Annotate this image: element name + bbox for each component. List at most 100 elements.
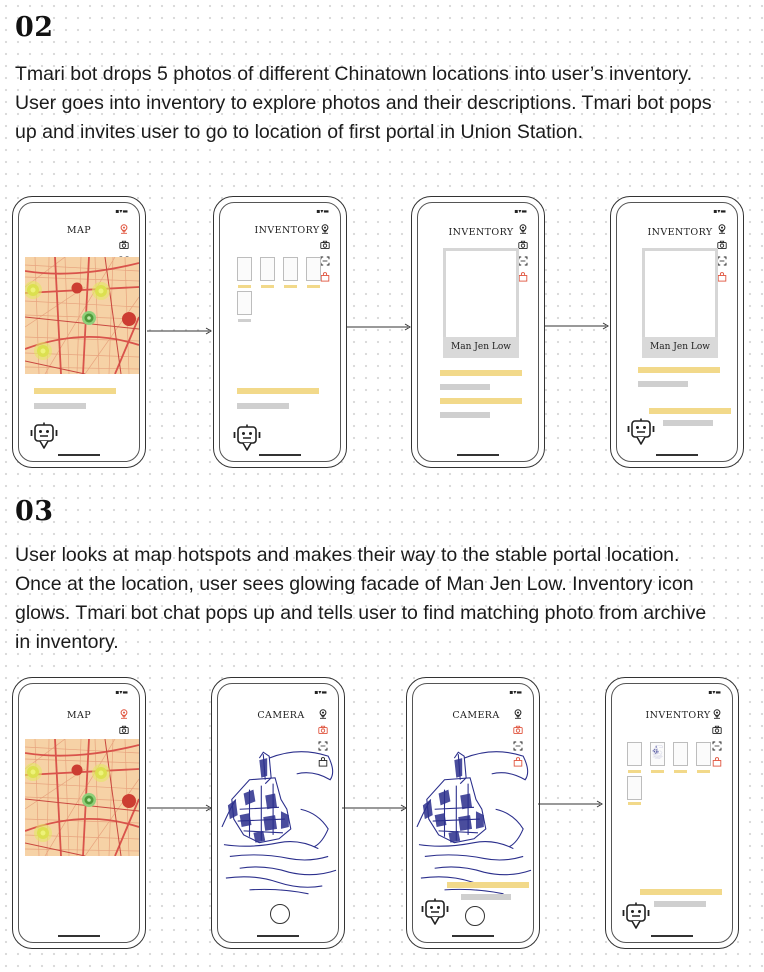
scan-icon[interactable] [518,256,528,266]
text-placeholder-highlight [638,367,720,373]
description-line: Once at the location, user sees glowing … [15,573,694,595]
photo-caption-placeholder [261,285,274,288]
camera-icon[interactable] [318,725,328,735]
hotspot-map[interactable] [25,739,139,856]
phone-display: ▪▾▬ INVENTORY Man Jen Low [417,202,539,462]
shutter-button[interactable] [465,906,485,926]
bag-icon[interactable] [320,272,330,282]
map-pin-icon[interactable] [320,224,330,234]
screen-title: CAMERA [257,710,305,721]
text-placeholder [237,403,289,409]
bot-icon[interactable] [627,418,655,448]
camera-icon[interactable] [518,240,528,250]
bag-icon[interactable] [518,272,528,282]
scan-icon[interactable] [717,256,727,266]
text-placeholder [638,381,688,387]
flow-arrow [147,327,212,335]
photo-label: Man Jen Low [443,337,519,358]
home-indicator [457,454,499,456]
photo-caption-placeholder [238,285,251,288]
phone-screen-inventory: ▪▾▬ INVENTORY [213,196,347,468]
bot-chat-placeholder [461,894,511,900]
nav-icon-column [518,224,528,288]
bot-chat-highlight [447,882,529,888]
bot-icon[interactable] [233,424,261,454]
camera-icon[interactable] [712,725,722,735]
inventory-photo-slot[interactable] [283,257,298,281]
inventory-photo-slot[interactable] [260,257,275,281]
bot-chat-placeholder [654,901,706,907]
description-line: glows. Tmari bot chat pops up and tells … [15,602,707,624]
text-placeholder-highlight [440,398,522,404]
text-placeholder-highlight [237,388,319,394]
bot-icon[interactable] [622,902,650,932]
bag-icon[interactable] [717,272,727,282]
description-line: User goes into inventory to explore phot… [15,92,712,114]
text-placeholder [34,403,86,409]
phone-screen-map: ▪▾▬ MAP [12,677,146,949]
camera-icon[interactable] [717,240,727,250]
bag-icon[interactable] [712,757,722,767]
phone-screen-camera-glow: ▪▾▬ CAMERA [406,677,540,949]
inventory-photo-slot[interactable] [627,776,642,800]
map-pin-icon[interactable] [513,709,523,719]
map-pin-icon[interactable] [119,224,129,234]
home-indicator [259,454,301,456]
phone-display: ▪▾▬ INVENTORY Man Jen Low [616,202,738,462]
map-pin-icon[interactable] [318,709,328,719]
inventory-photo-slot[interactable] [627,742,642,766]
status-bar: ▪▾▬ [316,208,329,215]
photo-label: Man Jen Low [642,337,718,358]
step-03-description: User looks at map hotspots and makes the… [15,541,760,657]
phone-display: ▪▾▬ MAP [18,683,140,943]
status-bar: ▪▾▬ [509,689,522,696]
flow-arrow [346,323,411,331]
description-line: up and invites user to go to location of… [15,121,583,143]
scan-icon[interactable] [712,741,722,751]
phone-display: ▪▾▬ CAMERA [412,683,534,943]
phone-screen-camera: ▪▾▬ CAMERA [211,677,345,949]
flow-arrow [342,804,407,812]
inventory-photo-slot[interactable] [673,742,688,766]
camera-icon[interactable] [119,240,129,250]
nav-icon-column [320,224,330,288]
status-bar: ▪▾▬ [713,208,726,215]
map-pin-icon[interactable] [518,224,528,234]
shutter-button[interactable] [270,904,290,924]
inventory-photo-slot[interactable] [696,742,711,766]
flow-arrow [538,800,603,808]
status-bar: ▪▾▬ [514,208,527,215]
photo-caption-placeholder [238,319,251,322]
home-indicator [452,935,494,937]
scan-icon[interactable] [320,256,330,266]
phone-display: ▪▾▬ MAP [18,202,140,462]
flow-arrow [544,322,609,330]
phone-display: ▪▾▬ INVENTORY [611,683,733,943]
map-pin-icon[interactable] [119,709,129,719]
nav-icon-column [717,224,727,288]
camera-icon[interactable] [513,725,523,735]
text-placeholder [440,412,490,418]
inventory-photo-slot[interactable] [237,257,252,281]
phone-screen-map: ▪▾▬ MAP [12,196,146,468]
inventory-photo-slot-matched[interactable] [650,742,665,766]
bot-icon[interactable] [421,898,449,928]
home-indicator [656,454,698,456]
screen-title: MAP [66,710,92,721]
camera-icon[interactable] [320,240,330,250]
screen-title: MAP [66,225,92,236]
step-02-number: 02 [15,12,54,43]
nav-icon-column [712,709,722,773]
camera-icon[interactable] [119,725,129,735]
photo-caption-placeholder [697,770,710,773]
home-indicator [58,454,100,456]
inventory-photo-slot[interactable] [306,257,321,281]
inventory-photo-slot[interactable] [237,291,252,315]
bot-icon[interactable] [30,422,58,452]
status-bar: ▪▾▬ [708,689,721,696]
hotspot-map[interactable] [25,257,139,374]
home-indicator [651,935,693,937]
map-pin-icon[interactable] [717,224,727,234]
photo-caption-placeholder [651,770,664,773]
map-pin-icon[interactable] [712,709,722,719]
